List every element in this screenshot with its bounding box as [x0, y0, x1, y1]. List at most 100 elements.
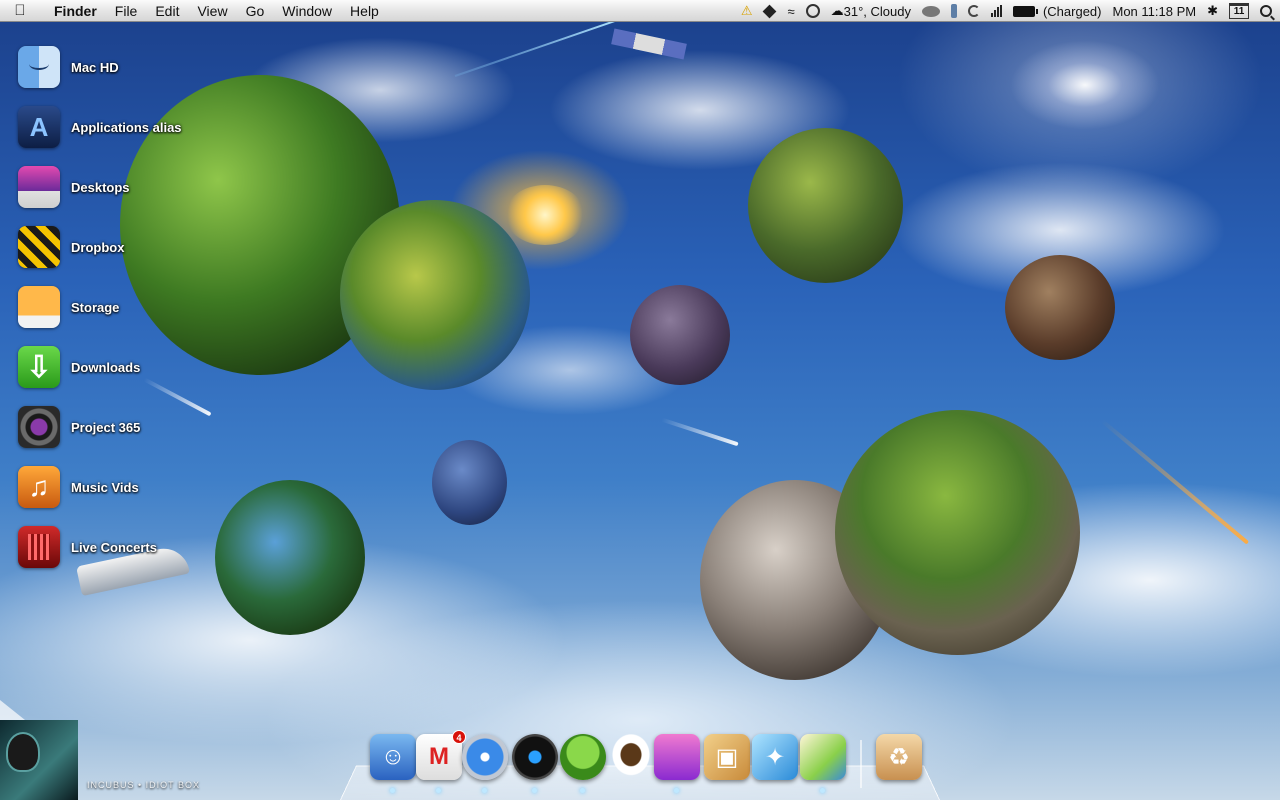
calendar-icon: 11: [1229, 3, 1249, 19]
menu-extra-timemachine[interactable]: [805, 0, 820, 22]
dock-item-itunes[interactable]: [512, 734, 558, 780]
running-indicator: [820, 788, 825, 793]
desktop-icon-label: Live Concerts: [71, 539, 157, 555]
bluetooth-icon[interactable]: ✱: [1207, 0, 1218, 22]
camera-lens-icon: [18, 406, 60, 448]
galaxy-wallpaper-element: [1010, 40, 1160, 130]
apple-menu-icon[interactable]: : [0, 2, 40, 19]
menu-extra-sync[interactable]: [967, 0, 980, 22]
weather-widget[interactable]: ☁ 31°, Cloudy: [831, 0, 911, 22]
clock-planet-wallpaper-element: [1005, 255, 1115, 360]
dock-item-finder[interactable]: ☺: [370, 734, 416, 780]
laser-beam-wallpaper-element: [454, 18, 621, 77]
desktop-icon-label: Desktops: [71, 179, 130, 195]
menu-extra-battery[interactable]: (Charged): [1012, 0, 1102, 22]
weather-text: 31°, Cloudy: [843, 3, 911, 19]
cloud-icon: ☁: [830, 3, 844, 18]
desktop-icon-project-365[interactable]: Project 365: [18, 405, 248, 449]
desktop-icon-mac-hd[interactable]: Mac HD: [18, 45, 248, 89]
desktop-icon-dropbox[interactable]: Dropbox: [18, 225, 248, 269]
dock-item-gmail[interactable]: M 4: [416, 730, 466, 780]
download-arrow-icon: ⇩: [18, 346, 60, 388]
menu-extra-battery-status[interactable]: [950, 0, 957, 22]
menu-window[interactable]: Window: [273, 0, 341, 22]
dock-separator: [860, 740, 862, 788]
desktop-icon-label: Downloads: [71, 359, 141, 375]
desktop-icon-music-vids[interactable]: ♫ Music Vids: [18, 465, 248, 509]
menu-file[interactable]: File: [106, 0, 147, 22]
desktop-icon-applications-alias[interactable]: A Applications alias: [18, 105, 248, 149]
music-note-icon: ♫: [18, 466, 60, 508]
unread-badge: 4: [452, 730, 466, 744]
menu-extra-signal[interactable]: [990, 0, 1002, 22]
earth-planet-wallpaper-element: [340, 200, 530, 390]
dropbox-striped-icon: [18, 226, 60, 268]
menu-go[interactable]: Go: [237, 0, 274, 22]
xcode-hammer-icon: ✦: [764, 743, 786, 771]
menu-extra-disk[interactable]: [921, 0, 940, 22]
external-drive-icon: [18, 286, 60, 328]
running-indicator: [390, 788, 395, 793]
now-playing-caption: INCUBUS • IDIOT BOX: [87, 780, 200, 790]
desktop-icon-label: Music Vids: [71, 479, 139, 495]
mountain-planet-wallpaper-element: [835, 410, 1080, 655]
battery-icon: [1012, 5, 1038, 17]
garden-planet-wallpaper-element: [748, 128, 903, 283]
menu-bar:  Finder File Edit View Go Window Help ⚠…: [0, 0, 1280, 22]
dock-item-safari[interactable]: [462, 734, 508, 780]
comet-wallpaper-element: [1100, 419, 1250, 545]
finder-face-icon: ☺: [380, 743, 406, 770]
dock-item-candybar[interactable]: [654, 734, 700, 780]
desktop-icon-desktops[interactable]: Desktops: [18, 165, 248, 209]
menu-edit[interactable]: Edit: [146, 0, 188, 22]
menu-extra-cube[interactable]: [763, 0, 777, 22]
sun-wallpaper-element: [505, 185, 585, 245]
dock-item-xcode[interactable]: ✦: [752, 734, 798, 780]
clock[interactable]: Mon 11:18 PM: [1113, 0, 1197, 22]
dock-item-adium[interactable]: [560, 734, 606, 780]
battery-status-icon: [950, 4, 957, 18]
menu-view[interactable]: View: [188, 0, 236, 22]
sync-icon: [967, 5, 980, 17]
tower-planet-wallpaper-element: [630, 285, 730, 385]
desktop-icon-live-concerts[interactable]: Live Concerts: [18, 525, 248, 569]
menu-help[interactable]: Help: [341, 0, 388, 22]
warning-icon[interactable]: ⚠: [741, 0, 753, 22]
desktop-icon-storage[interactable]: Storage: [18, 285, 248, 329]
dock-item-caffeine[interactable]: [608, 734, 654, 780]
running-indicator: [532, 788, 537, 793]
app-store-icon: A: [18, 106, 60, 148]
disk-icon: [921, 5, 940, 17]
dock-item-iphoto[interactable]: ▣: [704, 734, 750, 780]
running-indicator: [580, 788, 585, 793]
iphoto-camera-icon: ▣: [715, 743, 739, 771]
dock-item-preview[interactable]: [800, 734, 846, 780]
menu-extra-spotlight[interactable]: [1260, 0, 1272, 22]
menu-app-name[interactable]: Finder: [40, 0, 106, 22]
running-indicator: [482, 788, 487, 793]
desktops-folder-icon: [18, 166, 60, 208]
satellite-wallpaper-element: [611, 28, 687, 60]
running-indicator: [436, 788, 441, 793]
dock-item-trash[interactable]: ♻: [876, 734, 922, 780]
menu-extra-calendar[interactable]: 11: [1229, 0, 1249, 22]
desktop-icon-label: Storage: [71, 299, 120, 315]
desktop-icon-label: Project 365: [71, 419, 141, 435]
trash-recycle-icon: ♻: [888, 743, 910, 771]
menu-extras: ⚠ ≈ ☁ 31°, Cloudy (Charged) Mon 11:18 PM…: [741, 0, 1272, 22]
signal-strength-icon: [990, 5, 1002, 17]
running-indicator: [674, 788, 679, 793]
desktop-icon-label: Dropbox: [71, 239, 125, 255]
wifi-icon[interactable]: ≈: [787, 0, 794, 22]
time-machine-icon: [805, 4, 820, 18]
desktop-icon-label: Mac HD: [71, 59, 119, 75]
desktop-icon-label: Applications alias: [71, 119, 182, 135]
album-art-widget[interactable]: [0, 720, 78, 800]
battery-status-text: (Charged): [1042, 3, 1102, 19]
dock: ☺ M 4 ▣ ✦ ♻: [340, 730, 940, 796]
comet-wallpaper-element: [661, 417, 739, 447]
finder-icon: [18, 46, 60, 88]
theater-curtain-icon: [18, 526, 60, 568]
gmail-envelope-icon: M: [429, 743, 449, 770]
desktop-icon-downloads[interactable]: ⇩ Downloads: [18, 345, 248, 389]
